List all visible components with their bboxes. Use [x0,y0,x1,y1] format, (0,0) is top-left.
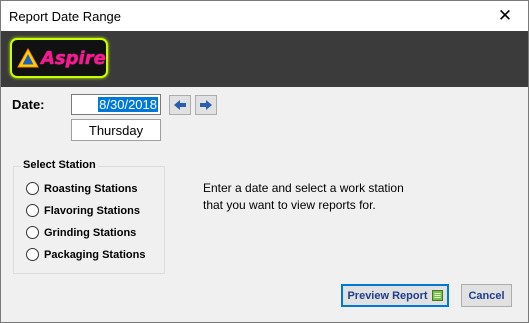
previous-date-button[interactable] [169,95,191,115]
warning-triangle-icon [17,48,39,68]
window-title: Report Date Range [9,8,122,24]
aspire-logo: Aspire [10,38,108,78]
radio-packaging-stations[interactable]: Packaging Stations [26,248,145,261]
arrow-left-icon [174,100,186,110]
next-date-button[interactable] [195,95,217,115]
instruction-text: Enter a date and select a work station t… [203,180,453,214]
radio-button[interactable] [26,182,39,195]
report-date-range-dialog: Report Date Range ✕ Aspire Date: 8/30/20… [0,0,529,323]
day-of-week: Thursday [71,119,161,141]
radio-button[interactable] [26,204,39,217]
cancel-label: Cancel [468,289,505,302]
radio-label: Grinding Stations [44,226,137,239]
preview-report-button[interactable]: Preview Report [341,284,449,307]
title-bar: Report Date Range ✕ [1,1,528,31]
radio-label: Roasting Stations [44,182,138,195]
radio-label: Flavoring Stations [44,204,140,217]
radio-button[interactable] [26,248,39,261]
instruction-line-1: Enter a date and select a work station [203,181,404,195]
radio-button[interactable] [26,226,39,239]
select-station-title: Select Station [21,159,98,171]
header-banner: Aspire [1,31,528,87]
day-value: Thursday [88,122,144,138]
date-label: Date: [12,97,45,112]
logo-text: Aspire [41,47,106,69]
date-input[interactable]: 8/30/2018 [71,94,161,115]
close-icon: ✕ [497,6,513,25]
cancel-button[interactable]: Cancel [461,284,512,307]
arrow-right-icon [200,100,212,110]
radio-grinding-stations[interactable]: Grinding Stations [26,226,136,239]
radio-roasting-stations[interactable]: Roasting Stations [26,182,138,195]
date-value: 8/30/2018 [98,97,158,112]
radio-label: Packaging Stations [44,248,146,261]
instruction-line-2: that you want to view reports for. [203,198,376,212]
close-button[interactable]: ✕ [482,1,528,31]
preview-report-label: Preview Report [347,289,428,302]
report-icon [431,290,443,301]
radio-flavoring-stations[interactable]: Flavoring Stations [26,204,140,217]
